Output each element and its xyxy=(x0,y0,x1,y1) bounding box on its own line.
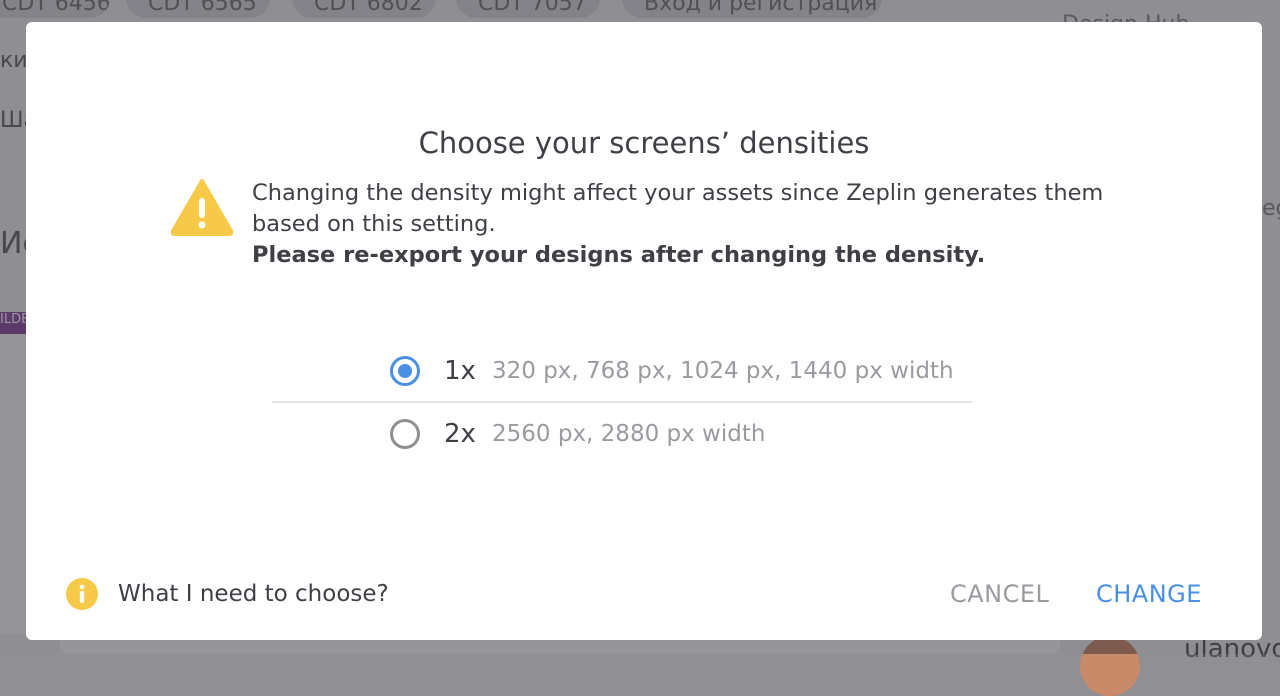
density-label-1x: 1x xyxy=(444,356,476,386)
change-button[interactable]: CHANGE xyxy=(1096,580,1202,608)
dialog-title: Choose your screens’ densities xyxy=(418,126,870,160)
cancel-button[interactable]: CANCEL xyxy=(950,580,1049,608)
info-icon xyxy=(66,578,98,610)
help-link-text: What I need to choose? xyxy=(118,581,389,607)
radio-1x[interactable] xyxy=(390,356,420,386)
density-option-1x[interactable]: 1x 320 px, 768 px, 1024 px, 1440 px widt… xyxy=(390,351,954,391)
options-divider xyxy=(272,401,972,403)
radio-2x[interactable] xyxy=(390,419,420,449)
warning-bold-line: Please re-export your designs after chan… xyxy=(252,242,986,268)
warning-message: Changing the density might affect your a… xyxy=(252,178,1132,271)
warning-line-2: based on this setting. xyxy=(252,211,496,237)
warning-line-1: Changing the density might affect your a… xyxy=(252,180,1104,206)
density-label-2x: 2x xyxy=(444,419,476,449)
help-link[interactable]: What I need to choose? xyxy=(66,578,389,610)
density-dialog: Choose your screens’ densities Changing … xyxy=(26,22,1262,640)
density-desc-1x: 320 px, 768 px, 1024 px, 1440 px width xyxy=(492,358,954,384)
warning-icon xyxy=(170,179,234,236)
density-option-2x[interactable]: 2x 2560 px, 2880 px width xyxy=(390,414,765,454)
density-desc-2x: 2560 px, 2880 px width xyxy=(492,421,766,447)
